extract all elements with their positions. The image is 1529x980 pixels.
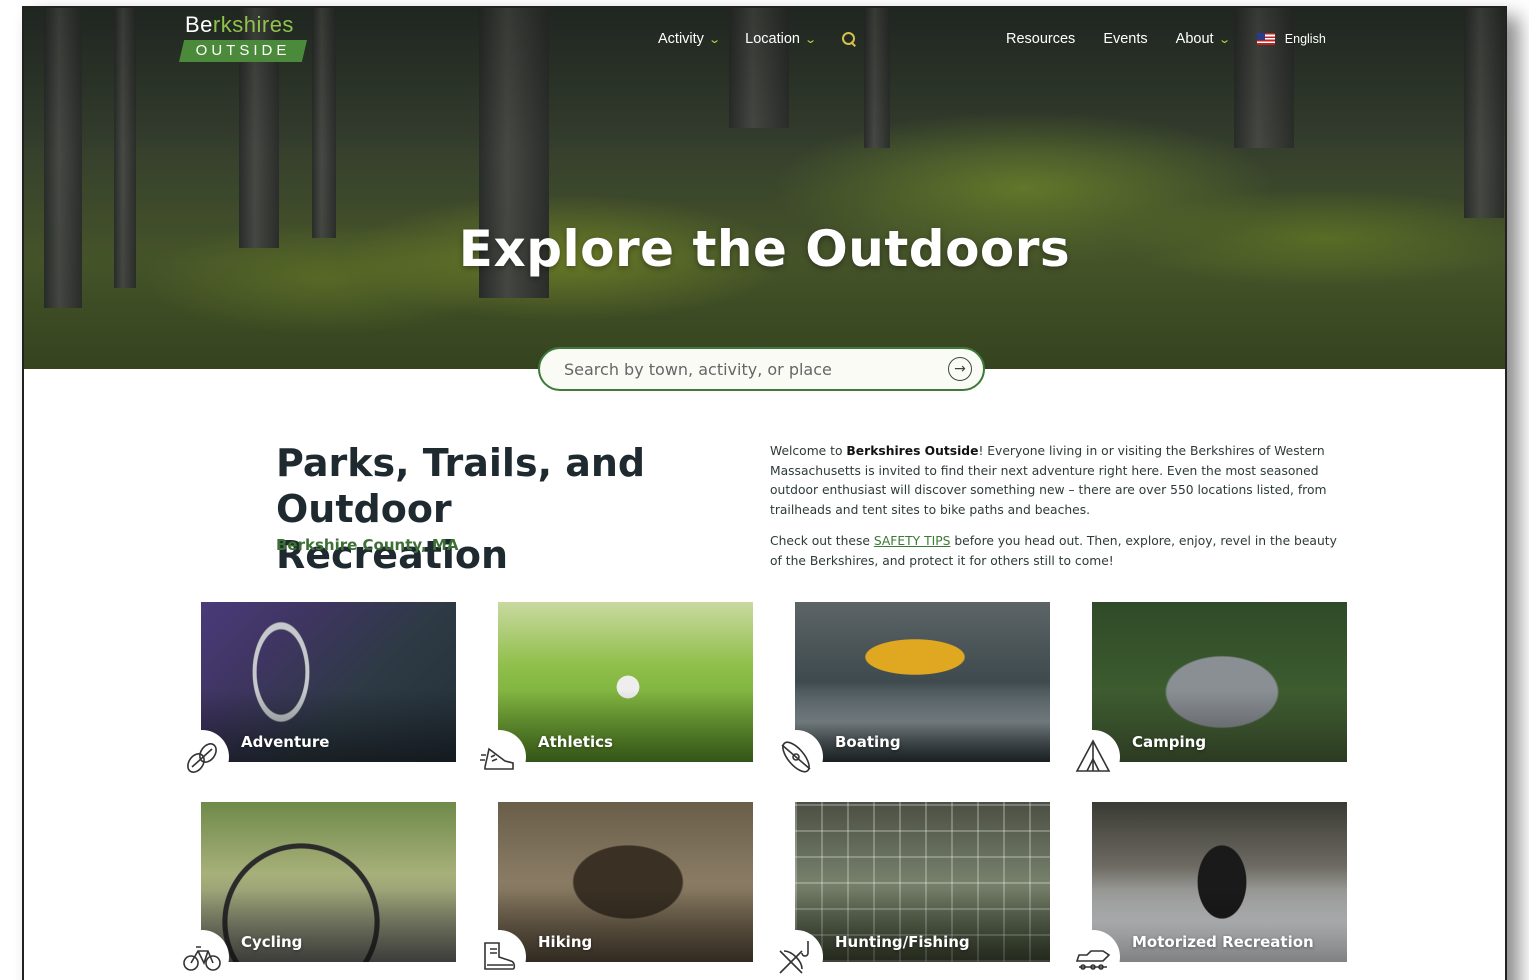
snowmobile-icon [1066,930,1120,980]
sneaker-icon [472,730,526,784]
category-card-hiking[interactable]: Hiking [472,802,753,980]
category-card-camping[interactable]: Camping [1066,602,1347,784]
nav-events[interactable]: Events [1103,31,1147,47]
safety-tips-link[interactable]: SAFETY TIPS [874,534,951,548]
bicycle-icon [175,930,229,980]
language-label: English [1284,32,1326,46]
nav-about[interactable]: About ⌄ [1175,31,1231,47]
hiking-image [498,802,753,962]
category-label: Boating [835,733,901,751]
category-label: Motorized Recreation [1132,933,1314,951]
category-label: Athletics [538,733,613,751]
language-selector[interactable]: English [1256,32,1326,46]
category-label: Cycling [241,933,303,951]
category-card-boating[interactable]: Boating [769,602,1050,784]
kayak-icon [769,730,823,784]
page-title: Parks, Trails, and Outdoor Recreation [276,441,646,577]
category-label: Adventure [241,733,330,751]
bow-fishhook-icon [769,930,823,980]
chevron-down-icon: ⌄ [804,33,818,46]
hero-overlay [24,8,1505,369]
search-icon [841,31,857,47]
intro-paragraph: Welcome to Berkshires Outside! Everyone … [770,444,1327,517]
nav-location-label: Location [745,31,800,47]
nav-resources[interactable]: Resources [1006,31,1075,47]
athletics-image [498,602,753,762]
tent-icon [1066,730,1120,784]
nav-activity[interactable]: Activity ⌄ [658,31,721,47]
category-label: Hiking [538,933,593,951]
carabiner-rope-icon [175,730,229,784]
logo-wordmark: Berkshires [185,12,294,37]
page-subtitle: Berkshire County, MA [276,536,459,554]
site-logo[interactable]: Berkshires OUTSIDE [179,12,309,62]
site-search: → [538,347,985,391]
category-label: Hunting/Fishing [835,933,970,951]
nav-search-button[interactable] [841,31,857,47]
primary-nav: Activity ⌄ Location ⌄ [658,27,857,51]
arrow-right-icon: → [954,361,966,377]
category-card-motorized[interactable]: Motorized Recreation [1066,802,1347,980]
hero-title: Explore the Outdoors [458,220,1071,278]
search-input[interactable] [564,359,934,379]
nav-activity-label: Activity [658,31,704,47]
logo-tagline: OUTSIDE [179,40,307,62]
us-flag-icon [1256,33,1275,45]
chevron-down-icon: ⌄ [1217,33,1231,46]
search-submit-button[interactable]: → [948,357,972,381]
category-card-cycling[interactable]: Cycling [175,802,456,980]
nav-about-label: About [1175,31,1214,47]
category-card-adventure[interactable]: Adventure [175,602,456,784]
chevron-down-icon: ⌄ [708,33,721,46]
browser-viewport: Berkshires OUTSIDE Activity ⌄ Location ⌄… [22,6,1507,980]
hiking-boot-icon [472,930,526,980]
category-card-hunting-fishing[interactable]: Hunting/Fishing [769,802,1050,980]
category-card-athletics[interactable]: Athletics [472,602,753,784]
category-label: Camping [1132,733,1207,751]
hero-banner: Berkshires OUTSIDE Activity ⌄ Location ⌄… [24,8,1505,369]
intro-paragraph: Check out these SAFETY TIPS before you h… [770,534,1337,568]
secondary-nav: Resources Events About ⌄ English [1006,27,1326,51]
camping-image [1092,602,1347,762]
boating-image [795,602,1050,762]
intro-text: Welcome to Berkshires Outside! Everyone … [770,442,1352,571]
cycling-image [201,802,456,962]
nav-location[interactable]: Location ⌄ [745,31,818,47]
